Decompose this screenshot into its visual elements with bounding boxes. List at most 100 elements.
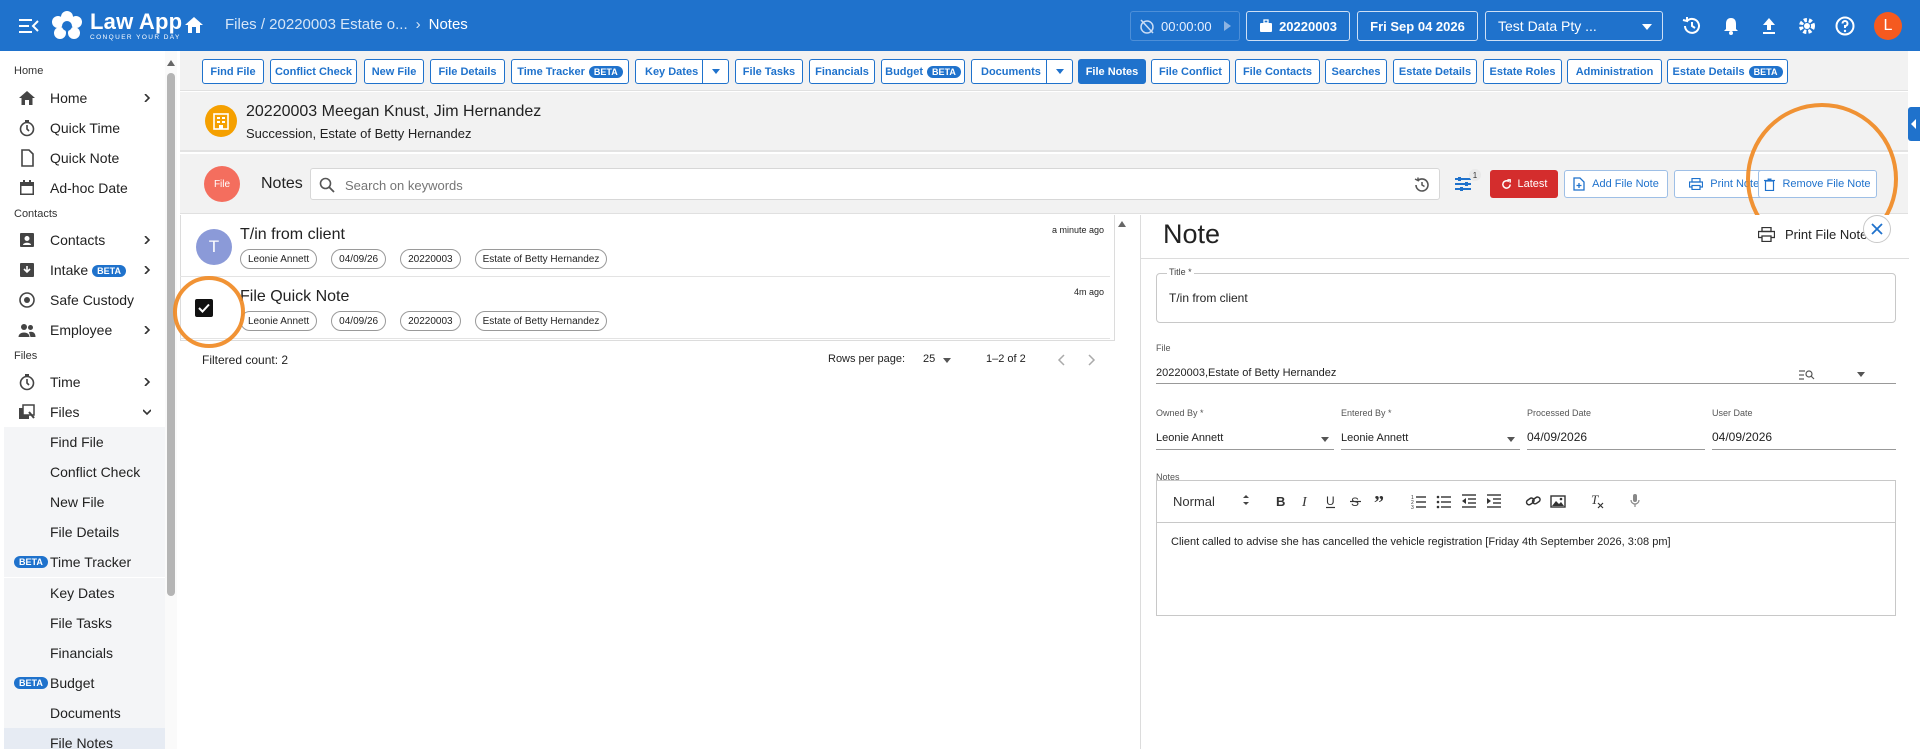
sidebar-sub-new-file[interactable]: New File [4,487,165,517]
user-date-field[interactable]: 04/09/2026 [1712,430,1772,444]
sidebar-item-quick-time[interactable]: Quick Time [0,114,165,142]
latest-button[interactable]: Latest [1490,170,1558,198]
scroll-up-arrow-icon[interactable] [1118,221,1126,227]
italic-icon[interactable]: I [1298,493,1314,509]
bullet-list-icon[interactable] [1436,493,1452,509]
sidebar-item-time[interactable]: Time [0,368,165,396]
tab-financials[interactable]: Financials [809,59,875,84]
print-file-note-button[interactable]: Print File Note [1758,227,1867,242]
clear-format-icon[interactable]: T [1589,493,1605,509]
tab-key-dates[interactable]: Key Dates [635,59,729,84]
sidebar-sub-file-details[interactable]: File Details [4,517,165,547]
sidebar-sub-documents[interactable]: Documents [4,698,165,728]
tab-conflict-check[interactable]: Conflict Check [270,59,357,84]
sidebar-sub-file-tasks[interactable]: File Tasks [4,608,165,638]
underline-icon[interactable]: U [1323,493,1339,509]
sidebar-sub-financials[interactable]: Financials [4,638,165,668]
notes-editor: Normal B I U S ” 123 T Client called to … [1156,480,1896,616]
sidebar-item-contacts[interactable]: Contacts [0,226,165,254]
sidebar-item-quick-note[interactable]: Quick Note [0,144,165,172]
chevron-down-icon[interactable] [702,60,728,83]
sidebar-sub-time-tracker[interactable]: BETA Time Tracker [4,547,165,577]
sidebar-item-employee[interactable]: Employee [0,316,165,344]
gear-icon[interactable] [1796,15,1818,37]
tab-file-tasks[interactable]: File Tasks [735,59,803,84]
history-icon[interactable] [1681,15,1703,37]
blockquote-icon[interactable]: ” [1373,493,1389,509]
tab-file-conflict[interactable]: File Conflict [1151,59,1230,84]
processed-date-field[interactable]: 04/09/2026 [1527,430,1587,444]
bell-icon[interactable] [1720,15,1742,37]
file-field-value[interactable]: 20220003,Estate of Betty Hernandez [1156,367,1336,379]
notes-editor-body[interactable]: Client called to advise she has cancelle… [1171,536,1671,548]
timer-play-icon[interactable] [1224,21,1231,31]
user-avatar[interactable]: L [1874,12,1902,40]
tab-file-notes[interactable]: File Notes [1078,59,1146,84]
date-button[interactable]: Fri Sep 04 2026 [1357,11,1478,41]
home-icon[interactable] [184,15,204,35]
sidebar-sub-find-file[interactable]: Find File [4,427,165,457]
tab-file-contacts[interactable]: File Contacts [1235,59,1320,84]
menu-collapse-icon[interactable] [18,15,40,37]
entered-by-select[interactable]: Leonie Annett [1341,432,1408,444]
tab-estate-details[interactable]: Estate Details [1393,59,1477,84]
sidebar-item-files[interactable]: Files [0,398,165,426]
tab-searches[interactable]: Searches [1325,59,1387,84]
close-panel-button[interactable] [1863,215,1891,243]
sidebar-item-adhoc-date[interactable]: Ad-hoc Date [0,174,165,202]
current-file-button[interactable]: 20220003 [1246,11,1350,41]
search-input[interactable] [345,176,1395,194]
app-logo[interactable]: Law App CONQUER YOUR DAY [50,9,182,43]
microphone-icon[interactable] [1627,493,1643,509]
rows-per-page-select[interactable]: 25 [923,353,952,365]
sidebar-scrollbar[interactable] [165,51,177,749]
format-arrows-icon[interactable] [1242,493,1250,507]
breadcrumb-path[interactable]: Files / 20220003 Estate o... [225,16,408,33]
chevron-down-icon[interactable] [1046,60,1072,83]
company-select[interactable]: Test Data Pty ... [1485,11,1663,41]
list-item[interactable]: File Quick Note 4m ago Leonie Annett 04/… [180,277,1110,339]
outdent-icon[interactable] [1461,493,1477,509]
sidebar-item-label: Contacts [50,232,106,248]
sidebar-sub-key-dates[interactable]: Key Dates [4,578,165,608]
tab-new-file[interactable]: New File [364,59,424,84]
timer-widget[interactable]: 00:00:00 [1130,11,1240,41]
chevron-down-icon[interactable] [1857,372,1865,377]
ordered-list-icon[interactable]: 123 [1411,493,1427,509]
tab-administration[interactable]: Administration [1567,59,1662,84]
search-history-icon[interactable] [1413,176,1431,194]
tab-estate-details-beta[interactable]: Estate Details BETA [1667,59,1788,84]
chevron-right-icon[interactable] [1084,353,1098,367]
owned-by-select[interactable]: Leonie Annett [1156,432,1223,444]
tab-budget[interactable]: Budget BETA [881,59,965,84]
sidebar-scroll-thumb[interactable] [167,73,175,596]
sidebar-sub-conflict-check[interactable]: Conflict Check [4,457,165,487]
indent-icon[interactable] [1486,493,1502,509]
tab-find-file[interactable]: Find File [202,59,264,84]
sidebar-item-safe-custody[interactable]: Safe Custody [0,286,165,314]
sidebar-item-intake[interactable]: Intake BETA [0,256,165,284]
notes-list-scrollbar[interactable] [1115,215,1127,749]
right-panel-toggle[interactable] [1908,107,1920,141]
list-item[interactable]: T T/in from client a minute ago Leonie A… [180,215,1110,277]
tab-file-details[interactable]: File Details [430,59,505,84]
tab-time-tracker[interactable]: Time Tracker BETA [511,59,629,84]
image-icon[interactable] [1550,493,1566,509]
sidebar-sub-file-notes[interactable]: File Notes [4,728,165,749]
link-icon[interactable] [1525,493,1541,509]
sidebar-item-label: Quick Note [50,150,120,166]
format-select[interactable]: Normal [1173,494,1215,509]
sidebar-sub-budget[interactable]: BETA Budget [4,668,165,698]
scroll-up-arrow-icon[interactable] [167,60,175,66]
tab-documents[interactable]: Documents [971,59,1073,84]
strikethrough-icon[interactable]: S [1348,493,1364,509]
file-search-icon[interactable] [1799,368,1815,380]
tab-estate-roles[interactable]: Estate Roles [1483,59,1562,84]
bold-icon[interactable]: B [1273,493,1289,509]
upload-icon[interactable] [1758,15,1780,37]
add-file-note-button[interactable]: Add File Note [1564,170,1668,198]
help-icon[interactable] [1834,15,1856,37]
chevron-left-icon[interactable] [1055,353,1069,367]
sidebar-item-home[interactable]: Home [0,84,165,112]
title-field[interactable]: Title * T/in from client [1156,267,1896,323]
